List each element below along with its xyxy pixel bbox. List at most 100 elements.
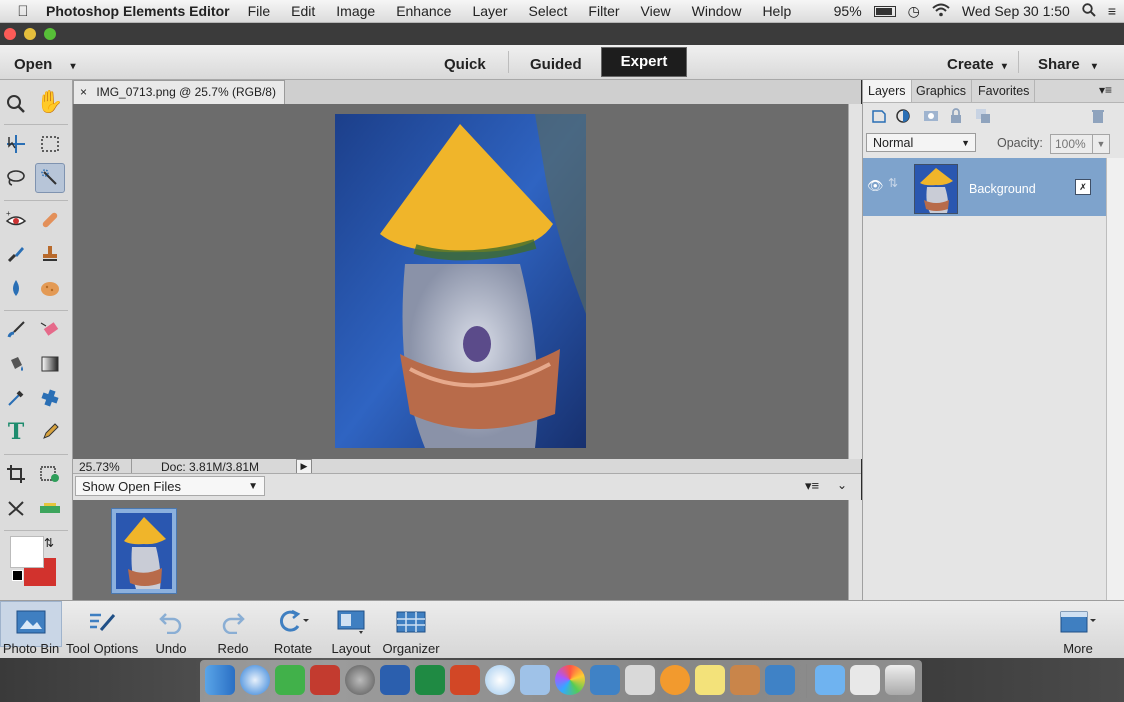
visibility-eye-icon[interactable]: 👁 xyxy=(867,178,884,194)
photos-icon[interactable] xyxy=(555,665,585,695)
menu-image[interactable]: Image xyxy=(336,3,375,19)
link-layer-icon[interactable]: ⇅ xyxy=(888,176,898,190)
time-machine-icon[interactable]: ◷ xyxy=(908,3,920,20)
opacity-field[interactable]: 100% ▼ xyxy=(1050,134,1110,154)
hand-tool-icon[interactable]: ✋ xyxy=(36,88,64,116)
foreground-color-swatch[interactable] xyxy=(10,536,44,568)
gradient-tool-icon[interactable] xyxy=(36,350,64,378)
eyedropper-tool-icon[interactable] xyxy=(2,384,30,412)
layer-name[interactable]: Background xyxy=(969,182,1036,196)
recompose-tool-icon[interactable] xyxy=(36,460,64,488)
zoom-tool-icon[interactable] xyxy=(2,90,30,118)
chrome-icon[interactable] xyxy=(485,665,515,695)
layout-button[interactable]: Layout xyxy=(328,607,374,656)
spotlight-search-icon[interactable] xyxy=(1082,2,1096,20)
panel-menu-icon[interactable]: ▾≡ xyxy=(1099,83,1112,97)
powerpoint-icon[interactable] xyxy=(450,665,480,695)
photo-booth-icon[interactable] xyxy=(310,665,340,695)
lock-all-icon[interactable] xyxy=(949,108,963,129)
crop-tool-icon[interactable] xyxy=(2,460,30,488)
custom-shape-tool-icon[interactable] xyxy=(36,384,64,412)
wifi-icon[interactable] xyxy=(932,3,950,20)
menu-view[interactable]: View xyxy=(641,3,671,19)
photo-bin-thumbnail[interactable] xyxy=(111,508,177,594)
paint-bucket-tool-icon[interactable] xyxy=(2,350,30,378)
create-button[interactable]: Create ▾ xyxy=(947,52,1007,77)
menu-select[interactable]: Select xyxy=(529,3,568,19)
safari-icon[interactable] xyxy=(240,665,270,695)
menu-window[interactable]: Window xyxy=(692,3,742,19)
default-colors-icon[interactable] xyxy=(12,570,23,581)
adjustment-layer-icon[interactable] xyxy=(895,108,913,129)
zoom-level[interactable]: 25.73% xyxy=(79,460,120,474)
type-tool-icon[interactable]: T xyxy=(2,418,30,446)
quick-selection-tool-icon[interactable] xyxy=(35,163,65,193)
elements-organizer-icon[interactable] xyxy=(590,665,620,695)
guided-mode-button[interactable]: Guided xyxy=(530,52,582,77)
minimize-window-icon[interactable] xyxy=(24,28,36,40)
menu-help[interactable]: Help xyxy=(762,3,791,19)
lasso-tool-icon[interactable] xyxy=(2,164,30,192)
clone-stamp-tool-icon[interactable] xyxy=(36,240,64,268)
tab-favorites[interactable]: Favorites xyxy=(973,80,1036,102)
canvas-area[interactable] xyxy=(73,104,848,459)
rectangular-marquee-tool-icon[interactable] xyxy=(36,130,64,158)
status-menu-arrow-icon[interactable]: ▶ xyxy=(296,459,312,474)
trash-icon[interactable] xyxy=(885,665,915,695)
brush-tool-icon[interactable] xyxy=(2,316,30,344)
menu-file[interactable]: File xyxy=(248,3,271,19)
move-tool-icon[interactable] xyxy=(2,130,30,158)
ibooks-icon[interactable] xyxy=(660,665,690,695)
collapse-bin-icon[interactable]: ⌄ xyxy=(837,478,847,492)
sponge-tool-icon[interactable] xyxy=(36,274,64,302)
swap-colors-icon[interactable]: ⇅ xyxy=(44,536,54,550)
close-window-icon[interactable] xyxy=(4,28,16,40)
facetime-icon[interactable] xyxy=(275,665,305,695)
open-button[interactable]: Open ▾ xyxy=(14,52,76,77)
tab-layers[interactable]: Layers xyxy=(863,80,912,102)
undo-button[interactable]: Undo xyxy=(146,607,196,656)
apple-icon[interactable]:  xyxy=(0,3,46,20)
app-name[interactable]: Photoshop Elements Editor xyxy=(46,3,230,19)
menubar-clock[interactable]: Wed Sep 30 1:50 xyxy=(962,3,1070,19)
menu-edit[interactable]: Edit xyxy=(291,3,315,19)
quick-mode-button[interactable]: Quick xyxy=(444,52,486,77)
bin-menu-icon[interactable]: ▾≡ xyxy=(805,478,819,494)
eraser-tool-icon[interactable] xyxy=(36,316,64,344)
tab-graphics[interactable]: Graphics xyxy=(911,80,973,102)
document-image[interactable] xyxy=(335,114,586,448)
blend-mode-dropdown[interactable]: Normal ▼ xyxy=(866,133,976,152)
help-icon[interactable] xyxy=(625,665,655,695)
layer-mask-icon[interactable] xyxy=(923,108,939,129)
documents-stack-icon[interactable] xyxy=(850,665,880,695)
system-preferences-icon[interactable] xyxy=(345,665,375,695)
blur-tool-icon[interactable] xyxy=(2,274,30,302)
battery-icon[interactable] xyxy=(873,5,896,17)
tool-options-button[interactable]: Tool Options xyxy=(66,607,138,656)
panel-vertical-scrollbar[interactable] xyxy=(1106,158,1124,600)
notification-center-icon[interactable]: ≡ xyxy=(1108,3,1116,19)
pencil-tool-icon[interactable] xyxy=(36,418,64,446)
layer-row-background[interactable]: 👁 ⇅ Background ✗ xyxy=(863,158,1106,216)
photo-bin-button[interactable]: Photo Bin xyxy=(2,607,60,656)
lock-transparency-icon[interactable] xyxy=(975,108,991,129)
menu-layer[interactable]: Layer xyxy=(472,3,507,19)
more-button[interactable]: More xyxy=(1054,607,1102,656)
organizer-button[interactable]: Organizer xyxy=(382,607,440,656)
content-aware-move-tool-icon[interactable] xyxy=(2,494,30,522)
menu-filter[interactable]: Filter xyxy=(588,3,619,19)
bin-vertical-scrollbar[interactable] xyxy=(848,500,862,600)
document-tab[interactable]: × IMG_0713.png @ 25.7% (RGB/8) xyxy=(73,80,285,104)
share-button[interactable]: Share ▾ xyxy=(1038,52,1097,77)
zoom-window-icon[interactable] xyxy=(44,28,56,40)
preview-icon[interactable] xyxy=(520,665,550,695)
smart-brush-tool-icon[interactable] xyxy=(2,240,30,268)
stickies-icon[interactable] xyxy=(695,665,725,695)
archive-icon[interactable] xyxy=(730,665,760,695)
word-icon[interactable] xyxy=(380,665,410,695)
applications-folder-icon[interactable] xyxy=(815,665,845,695)
canvas-vertical-scrollbar[interactable] xyxy=(848,104,862,459)
spot-healing-brush-icon[interactable] xyxy=(36,206,64,234)
red-eye-removal-tool-icon[interactable]: + xyxy=(2,206,30,234)
close-document-icon[interactable]: × xyxy=(80,85,87,99)
